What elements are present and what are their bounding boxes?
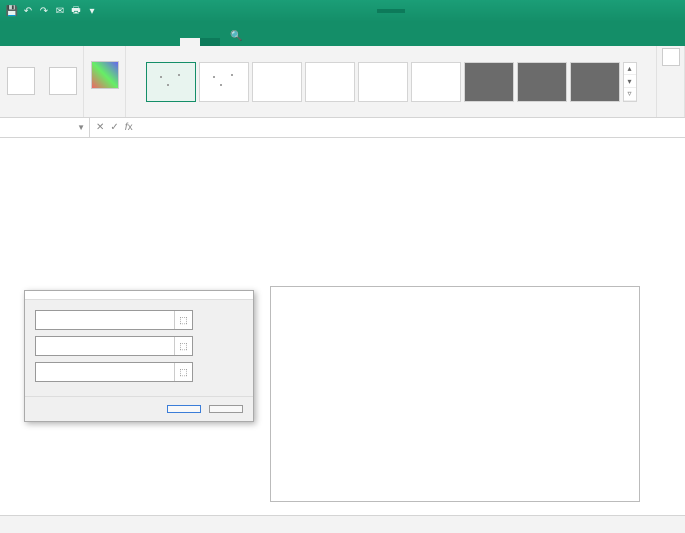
qat-icon[interactable]: ↷ <box>38 5 50 17</box>
tab-formulas[interactable] <box>80 38 100 46</box>
cancel-icon[interactable]: ✕ <box>96 122 104 133</box>
quick-access-toolbar[interactable]: 💾 ↶ ↷ ✉ 🖶 ▾ <box>0 5 104 17</box>
style-item[interactable] <box>252 62 302 102</box>
edit-series-dialog[interactable]: ⬚ ⬚ ⬚ <box>24 290 254 422</box>
range-picker-icon[interactable]: ⬚ <box>174 337 192 355</box>
style-item[interactable] <box>199 62 249 102</box>
style-item[interactable] <box>517 62 567 102</box>
qat-icon[interactable]: ↶ <box>22 5 34 17</box>
name-box[interactable]: ▼ <box>0 118 90 137</box>
switch-row-col-button[interactable] <box>661 48 681 67</box>
chart-object[interactable] <box>270 286 640 502</box>
cancel-button[interactable] <box>209 405 243 413</box>
tab-design[interactable] <box>180 38 200 46</box>
style-item[interactable] <box>411 62 461 102</box>
gallery-scroll[interactable]: ▴▾▿ <box>623 62 637 102</box>
y-axis <box>271 317 299 477</box>
range-picker-icon[interactable]: ⬚ <box>174 311 192 329</box>
status-bar <box>0 515 685 533</box>
fx-icon[interactable]: fx <box>125 122 133 133</box>
ribbon: ▴▾▿ <box>0 46 685 118</box>
tab-data[interactable] <box>100 38 120 46</box>
qat-icon[interactable]: 🖶 <box>70 5 82 17</box>
chart-styles-gallery[interactable]: ▴▾▿ <box>142 48 641 115</box>
tab-review[interactable] <box>120 38 140 46</box>
qat-icon[interactable]: ▾ <box>86 5 98 17</box>
chart-title[interactable] <box>271 287 639 299</box>
y-values-input[interactable] <box>36 363 174 381</box>
ok-button[interactable] <box>167 405 201 413</box>
tab-insert[interactable] <box>40 38 60 46</box>
qat-icon[interactable]: 💾 <box>6 5 18 17</box>
enter-icon[interactable]: ✓ <box>110 122 118 133</box>
quick-layout-button[interactable] <box>44 67 82 97</box>
x-values-input[interactable] <box>36 337 174 355</box>
tell-me-search[interactable]: 🔍 <box>220 27 252 46</box>
change-colors-button[interactable] <box>86 61 124 91</box>
tab-home[interactable] <box>20 38 40 46</box>
style-item[interactable] <box>305 62 355 102</box>
style-item[interactable] <box>146 62 196 102</box>
ribbon-tabs: 🔍 <box>0 22 685 46</box>
context-tab-group <box>377 9 405 13</box>
style-item[interactable] <box>358 62 408 102</box>
x-axis <box>303 481 625 495</box>
tab-file[interactable] <box>0 38 20 46</box>
style-item[interactable] <box>570 62 620 102</box>
range-picker-icon[interactable]: ⬚ <box>174 363 192 381</box>
tab-page-layout[interactable] <box>60 38 80 46</box>
tab-format[interactable] <box>200 38 220 46</box>
qat-icon[interactable]: ✉ <box>54 5 66 17</box>
series-name-input[interactable] <box>36 311 174 329</box>
add-chart-element-button[interactable] <box>2 67 40 97</box>
tab-view[interactable] <box>140 38 160 46</box>
tab-developer[interactable] <box>160 38 180 46</box>
style-item[interactable] <box>464 62 514 102</box>
plot-area[interactable] <box>303 317 625 477</box>
